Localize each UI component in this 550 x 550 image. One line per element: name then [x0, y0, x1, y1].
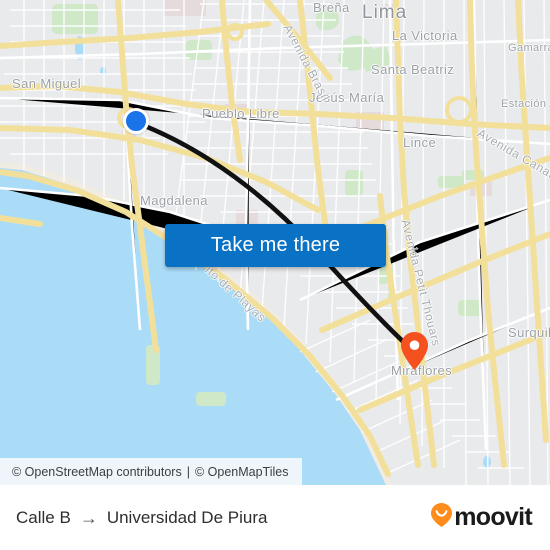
moovit-wordmark: moovit: [454, 503, 532, 531]
moovit-route-card: Breña Lima La Victoria Gamarra Santa Beatriz…: [0, 0, 550, 550]
arrow-right-icon: →: [79, 507, 98, 528]
take-me-there-button[interactable]: Take me there: [165, 224, 386, 267]
moovit-pin-icon: [431, 503, 453, 532]
route-destination-label: Universidad De Piura: [106, 507, 268, 527]
moovit-logo[interactable]: moovit: [431, 503, 533, 532]
attribution-osm[interactable]: © OpenStreetMap contributors: [12, 465, 182, 479]
destination-pin-icon[interactable]: [401, 332, 428, 370]
footer-bar: Calle B → Universidad De Piura moovit: [0, 485, 550, 550]
route-summary: Calle B → Universidad De Piura: [16, 508, 267, 528]
origin-marker-icon[interactable]: [123, 108, 149, 134]
map-attribution: © OpenStreetMap contributors | © OpenMap…: [0, 458, 303, 485]
attribution-openmaptiles[interactable]: © OpenMapTiles: [195, 465, 289, 479]
attribution-separator: |: [186, 464, 190, 479]
map-canvas[interactable]: Breña Lima La Victoria Gamarra Santa Beatriz…: [0, 0, 550, 485]
route-origin-label: Calle B: [16, 507, 71, 527]
